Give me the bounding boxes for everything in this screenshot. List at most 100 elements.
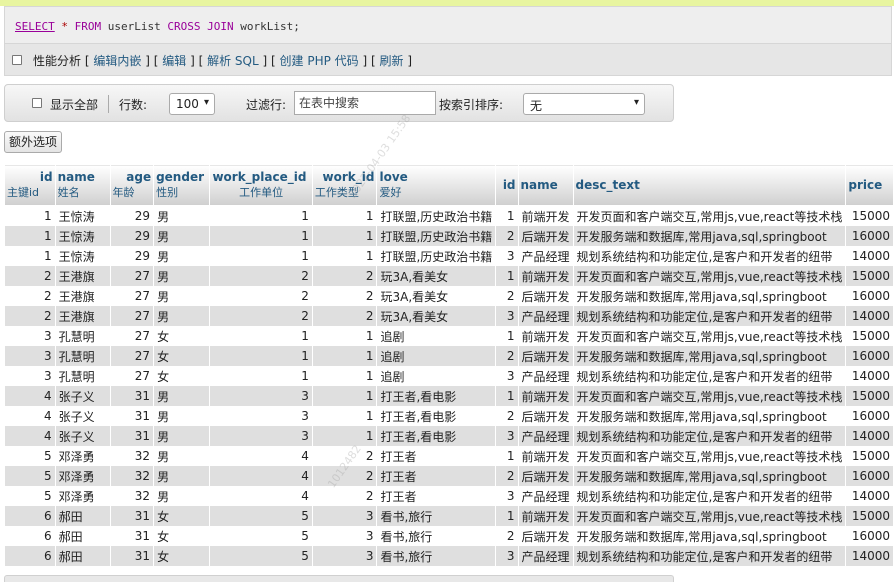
- cell-name[interactable]: 张子义: [55, 406, 111, 426]
- column-header-id[interactable]: id 主键id: [4, 164, 56, 206]
- cell-work-id-2[interactable]: 3: [495, 246, 519, 266]
- cell-work-place-id[interactable]: 2: [209, 286, 313, 306]
- cell-work-id[interactable]: 2: [312, 466, 378, 486]
- cell-gender[interactable]: 女: [153, 526, 211, 546]
- cell-price[interactable]: 15000: [845, 205, 894, 226]
- cell-work-id-2[interactable]: 3: [495, 426, 519, 446]
- cell-work-place-id[interactable]: 1: [209, 346, 313, 366]
- table-row[interactable]: 5 邓泽勇 32 男 4 2 打王者 1 前端开发 开发页面和客户端交互,常用js,vue,rea…: [4, 446, 894, 466]
- cell-work-id[interactable]: 1: [312, 406, 378, 426]
- cell-work-id[interactable]: 1: [312, 426, 378, 446]
- profiling-label[interactable]: 性能分析: [33, 54, 81, 68]
- cell-desc-text[interactable]: 开发页面和客户端交互,常用js,vue,react等技术栈: [573, 266, 847, 286]
- cell-work-id[interactable]: 3: [312, 506, 378, 526]
- cell-work-id[interactable]: 1: [312, 366, 378, 386]
- cell-work-place-id[interactable]: 4: [209, 466, 313, 486]
- cell-gender[interactable]: 男: [153, 286, 211, 306]
- cell-gender[interactable]: 男: [153, 226, 211, 246]
- cell-work-name[interactable]: 产品经理: [518, 306, 574, 326]
- cell-work-place-id[interactable]: 3: [209, 406, 313, 426]
- profiling-checkbox[interactable]: [12, 55, 22, 65]
- cell-work-name[interactable]: 产品经理: [518, 246, 574, 266]
- cell-age[interactable]: 29: [110, 226, 155, 246]
- cell-gender[interactable]: 男: [153, 466, 211, 486]
- cell-name[interactable]: 王惊涛: [55, 226, 111, 246]
- table-row[interactable]: 4 张子义 31 男 3 1 打王者,看电影 2 后端开发 开发服务端和数据库,常用java,sq…: [4, 406, 894, 426]
- cell-work-place-id[interactable]: 1: [209, 226, 313, 246]
- cell-id[interactable]: 5: [4, 466, 56, 486]
- cell-name[interactable]: 郝田: [55, 506, 111, 526]
- column-header-gender[interactable]: gender 性别: [153, 164, 211, 206]
- cell-id[interactable]: 6: [4, 546, 56, 566]
- column-header-name[interactable]: name 姓名: [54, 164, 111, 206]
- table-row[interactable]: 4 张子义 31 男 3 1 打王者,看电影 3 产品经理 规划系统结构和功能定位,是客户和开发者…: [4, 426, 894, 446]
- cell-love[interactable]: 追剧: [376, 326, 497, 346]
- cell-work-id[interactable]: 1: [312, 346, 378, 366]
- cell-price[interactable]: 14000: [845, 546, 894, 566]
- cell-name[interactable]: 邓泽勇: [55, 486, 111, 506]
- table-row[interactable]: 3 孔慧明 27 女 1 1 追剧 1 前端开发 开发页面和客户端交互,常用js,vue,reac…: [4, 326, 894, 346]
- extra-options-button[interactable]: 额外选项: [4, 131, 62, 153]
- cell-love[interactable]: 打王者: [376, 486, 497, 506]
- table-row[interactable]: 2 王港旗 27 男 2 2 玩3A,看美女 3 产品经理 规划系统结构和功能定位,是客户和开发者…: [4, 306, 894, 326]
- cell-age[interactable]: 27: [110, 266, 155, 286]
- cell-work-id[interactable]: 2: [312, 306, 378, 326]
- cell-work-place-id[interactable]: 1: [209, 205, 313, 226]
- cell-love[interactable]: 打王者: [376, 466, 497, 486]
- cell-name[interactable]: 张子义: [55, 426, 111, 446]
- cell-name[interactable]: 郝田: [55, 526, 111, 546]
- cell-price[interactable]: 14000: [845, 426, 894, 446]
- cell-work-id-2[interactable]: 3: [495, 306, 519, 326]
- cell-work-name[interactable]: 产品经理: [518, 486, 574, 506]
- cell-work-id-2[interactable]: 3: [495, 486, 519, 506]
- cell-age[interactable]: 32: [110, 486, 155, 506]
- cell-id[interactable]: 6: [4, 526, 56, 546]
- cell-desc-text[interactable]: 开发服务端和数据库,常用java,sql,springboot: [573, 526, 847, 546]
- cell-id[interactable]: 3: [4, 366, 56, 386]
- cell-work-name[interactable]: 前端开发: [518, 205, 574, 226]
- cell-age[interactable]: 29: [110, 246, 155, 266]
- cell-work-place-id[interactable]: 2: [209, 266, 313, 286]
- cell-name[interactable]: 王港旗: [55, 286, 111, 306]
- table-row[interactable]: 4 张子义 31 男 3 1 打王者,看电影 1 前端开发 开发页面和客户端交互,常用js,vue…: [4, 386, 894, 406]
- cell-price[interactable]: 16000: [845, 466, 894, 486]
- cell-age[interactable]: 27: [110, 366, 155, 386]
- column-header-age[interactable]: age 年龄: [109, 164, 155, 206]
- cell-love[interactable]: 追剧: [376, 346, 497, 366]
- sql-query-box[interactable]: SELECT * FROM userList CROSS JOIN workLi…: [4, 6, 892, 44]
- column-header-work-place-id[interactable]: work_place_id 工作单位: [209, 164, 313, 206]
- cell-id[interactable]: 3: [4, 326, 56, 346]
- cell-work-place-id[interactable]: 4: [209, 486, 313, 506]
- cell-work-id-2[interactable]: 2: [495, 226, 519, 246]
- sql-keyword-select[interactable]: SELECT: [15, 20, 55, 33]
- filter-input-box[interactable]: [294, 91, 436, 115]
- cell-love[interactable]: 打王者: [376, 446, 497, 466]
- cell-work-id[interactable]: 1: [312, 326, 378, 346]
- cell-price[interactable]: 14000: [845, 486, 894, 506]
- cell-love[interactable]: 打联盟,历史政治书籍: [376, 205, 497, 226]
- cell-work-id-2[interactable]: 2: [495, 406, 519, 426]
- cell-work-id-2[interactable]: 1: [495, 205, 519, 226]
- cell-work-id[interactable]: 2: [312, 286, 378, 306]
- cell-desc-text[interactable]: 开发服务端和数据库,常用java,sql,springboot: [573, 286, 847, 306]
- table-row[interactable]: 6 郝田 31 女 5 3 看书,旅行 3 产品经理 规划系统结构和功能定位,是客户和开发者的纽带…: [4, 546, 894, 566]
- cell-desc-text[interactable]: 开发页面和客户端交互,常用js,vue,react等技术栈: [573, 205, 847, 226]
- cell-name[interactable]: 孔慧明: [55, 366, 111, 386]
- cell-work-id[interactable]: 3: [312, 526, 378, 546]
- cell-id[interactable]: 1: [4, 246, 56, 266]
- cell-id[interactable]: 4: [4, 386, 56, 406]
- sort-by-index-select[interactable]: 无 ▾: [523, 93, 645, 115]
- cell-desc-text[interactable]: 规划系统结构和功能定位,是客户和开发者的纽带: [573, 426, 847, 446]
- cell-work-id-2[interactable]: 3: [495, 366, 519, 386]
- cell-name[interactable]: 王惊涛: [55, 205, 111, 226]
- cell-id[interactable]: 4: [4, 426, 56, 446]
- cell-gender[interactable]: 男: [153, 486, 211, 506]
- cell-desc-text[interactable]: 规划系统结构和功能定位,是客户和开发者的纽带: [573, 306, 847, 326]
- cell-gender[interactable]: 男: [153, 246, 211, 266]
- cell-price[interactable]: 16000: [845, 346, 894, 366]
- column-header-work-id[interactable]: work_id 工作类型: [311, 164, 378, 206]
- cell-work-id[interactable]: 1: [312, 246, 378, 266]
- cell-work-name[interactable]: 前端开发: [518, 386, 574, 406]
- cell-desc-text[interactable]: 开发服务端和数据库,常用java,sql,springboot: [573, 226, 847, 246]
- cell-work-name[interactable]: 前端开发: [518, 506, 574, 526]
